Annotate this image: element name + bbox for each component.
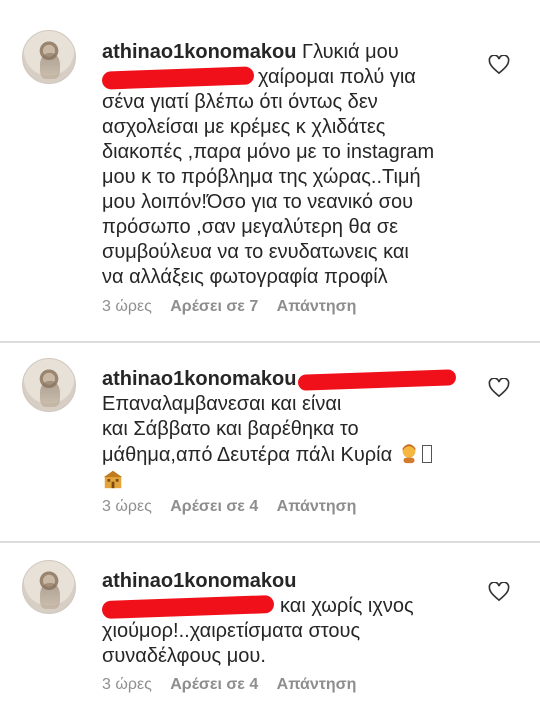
comment-divider (0, 541, 540, 543)
comment-body: athinao1konomakou και χωρίς ιχνος χιούμο… (101, 569, 472, 669)
like-heart-icon[interactable] (488, 378, 510, 398)
like-heart-icon[interactable] (488, 55, 510, 75)
comment-body: athinao1konomakou Γλυκιά μου χαίρομαι πο… (101, 40, 472, 290)
comment-body: athinao1konomakou Επαναλαμβανεσαι και εί… (102, 367, 472, 494)
comment-username[interactable]: athinao1konomakou (102, 570, 296, 592)
comment-text-line: ασχολείσαι με κρέμες κ χλιδάτες (102, 116, 386, 138)
comment-time: 3 ώρες (102, 298, 152, 315)
comment-time: 3 ώρες (102, 676, 152, 693)
comment-meta: 3 ώρες Αρέσει σε 4 Απάντηση (102, 498, 370, 516)
likes-count-link[interactable]: Αρέσει σε 4 (170, 498, 258, 515)
avatar[interactable] (22, 358, 76, 412)
comment-text-line: συναδέλφους μου. (102, 645, 266, 667)
comment-text-line: να αλλάξεις φωτογραφία προφίλ (102, 266, 388, 288)
reply-button[interactable]: Απάντηση (277, 298, 357, 315)
reply-button[interactable]: Απάντηση (277, 676, 357, 693)
comment-text-line: και χωρίς ιχνος (280, 595, 414, 617)
comment-text-line: Επαναλαμβανεσαι και είναι (102, 393, 342, 415)
comment-text-line: χαίρομαι πολύ για (258, 66, 416, 88)
comment-text-line: πρόσωπο ,σαν μεγαλύτερη θα σε (102, 216, 399, 238)
comment-text-line: χιούμορ!..χαιρετίσματα στους (102, 620, 361, 642)
redaction-mark (101, 594, 275, 619)
comment-username[interactable]: athinao1konomakou (102, 41, 296, 63)
comment-username[interactable]: athinao1konomakou (102, 368, 296, 390)
redaction-mark (101, 66, 255, 90)
avatar[interactable] (22, 560, 76, 614)
school-emoji-icon (103, 470, 123, 489)
comment-text-line: διακοπές ,παρα μόνο με το instagram (102, 141, 435, 163)
teacher-emoji-icon (402, 444, 416, 464)
like-heart-icon[interactable] (488, 582, 510, 602)
avatar[interactable] (22, 30, 76, 84)
comment-text-line: συμβούλευα να το ενυδατωνεις και (102, 241, 409, 263)
redaction-mark (298, 368, 457, 391)
comment-meta: 3 ώρες Αρέσει σε 7 Απάντηση (102, 298, 370, 316)
comment-time: 3 ώρες (102, 498, 152, 515)
comment-text-line: Γλυκιά μου (302, 41, 399, 63)
comment-text-line: μου κ το πρόβλημα της χώρας..Τιμή (102, 166, 421, 188)
missing-glyph-icon (421, 445, 432, 463)
comment-text-line: σένα γιατί βλέπω ότι όντως δεν (102, 91, 378, 113)
comment-divider (0, 341, 540, 343)
comment-meta: 3 ώρες Αρέσει σε 4 Απάντηση (102, 676, 370, 694)
reply-button[interactable]: Απάντηση (277, 498, 357, 515)
likes-count-link[interactable]: Αρέσει σε 7 (170, 298, 258, 315)
comment-text-line: και Σάββατο και βαρέθηκα το (102, 418, 359, 440)
comment-text-line: μάθημα,από Δευτέρα πάλι Κυρία (102, 444, 393, 466)
comment-text-line: μου λοιπόν!Όσο για το νεανικό σου (102, 191, 414, 213)
likes-count-link[interactable]: Αρέσει σε 4 (170, 676, 258, 693)
